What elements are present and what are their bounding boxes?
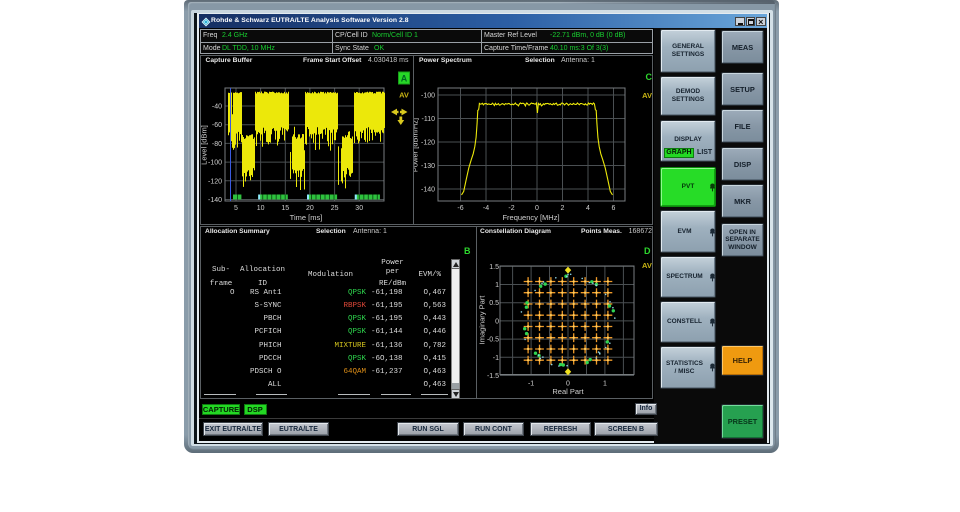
svg-text:5: 5 <box>234 205 238 212</box>
svg-text:C: C <box>646 72 653 82</box>
svg-text:-2: -2 <box>508 205 514 212</box>
svg-text:-1: -1 <box>528 381 534 388</box>
svg-text:AV: AV <box>642 91 652 100</box>
svg-text:20: 20 <box>306 205 314 212</box>
svg-text:-80: -80 <box>212 141 222 148</box>
svg-text:-100: -100 <box>421 93 435 100</box>
svg-text:-120: -120 <box>421 140 435 147</box>
svg-text:-130: -130 <box>421 163 435 170</box>
svg-text:-110: -110 <box>422 116 436 123</box>
svg-text:Frequency [MHz]: Frequency [MHz] <box>502 213 559 222</box>
svg-text:-4: -4 <box>483 205 489 212</box>
svg-text:1: 1 <box>603 381 607 388</box>
svg-text:Level [dBm]: Level [dBm] <box>200 125 209 165</box>
svg-text:Real Part: Real Part <box>552 387 584 396</box>
svg-text:10: 10 <box>257 205 265 212</box>
svg-text:Imaginary Part: Imaginary Part <box>478 295 487 345</box>
svg-text:4: 4 <box>586 205 590 212</box>
svg-text:0.5: 0.5 <box>489 300 499 307</box>
svg-text:2: 2 <box>561 205 565 212</box>
svg-text:AV: AV <box>399 91 409 100</box>
svg-text:15: 15 <box>281 205 289 212</box>
svg-text:-100: -100 <box>208 160 222 167</box>
svg-text:-0.5: -0.5 <box>487 337 499 344</box>
svg-text:0: 0 <box>495 318 499 325</box>
svg-text:0: 0 <box>535 205 539 212</box>
svg-text:1.5: 1.5 <box>489 264 499 271</box>
svg-text:-120: -120 <box>208 178 222 185</box>
svg-text:-40: -40 <box>212 104 222 111</box>
svg-text:30: 30 <box>355 205 363 212</box>
svg-text:-60: -60 <box>212 122 222 129</box>
svg-text:6: 6 <box>612 205 616 212</box>
svg-text:-140: -140 <box>208 197 222 204</box>
svg-text:-6: -6 <box>457 205 463 212</box>
svg-text:1: 1 <box>495 282 499 289</box>
svg-text:25: 25 <box>331 205 339 212</box>
svg-text:-1.5: -1.5 <box>487 373 499 380</box>
svg-text:Power [dBm/Hz]: Power [dBm/Hz] <box>414 118 420 172</box>
svg-text:-140: -140 <box>421 187 435 194</box>
svg-text:-1: -1 <box>493 355 499 362</box>
svg-text:A: A <box>401 74 408 84</box>
svg-text:Time [ms]: Time [ms] <box>290 213 323 222</box>
